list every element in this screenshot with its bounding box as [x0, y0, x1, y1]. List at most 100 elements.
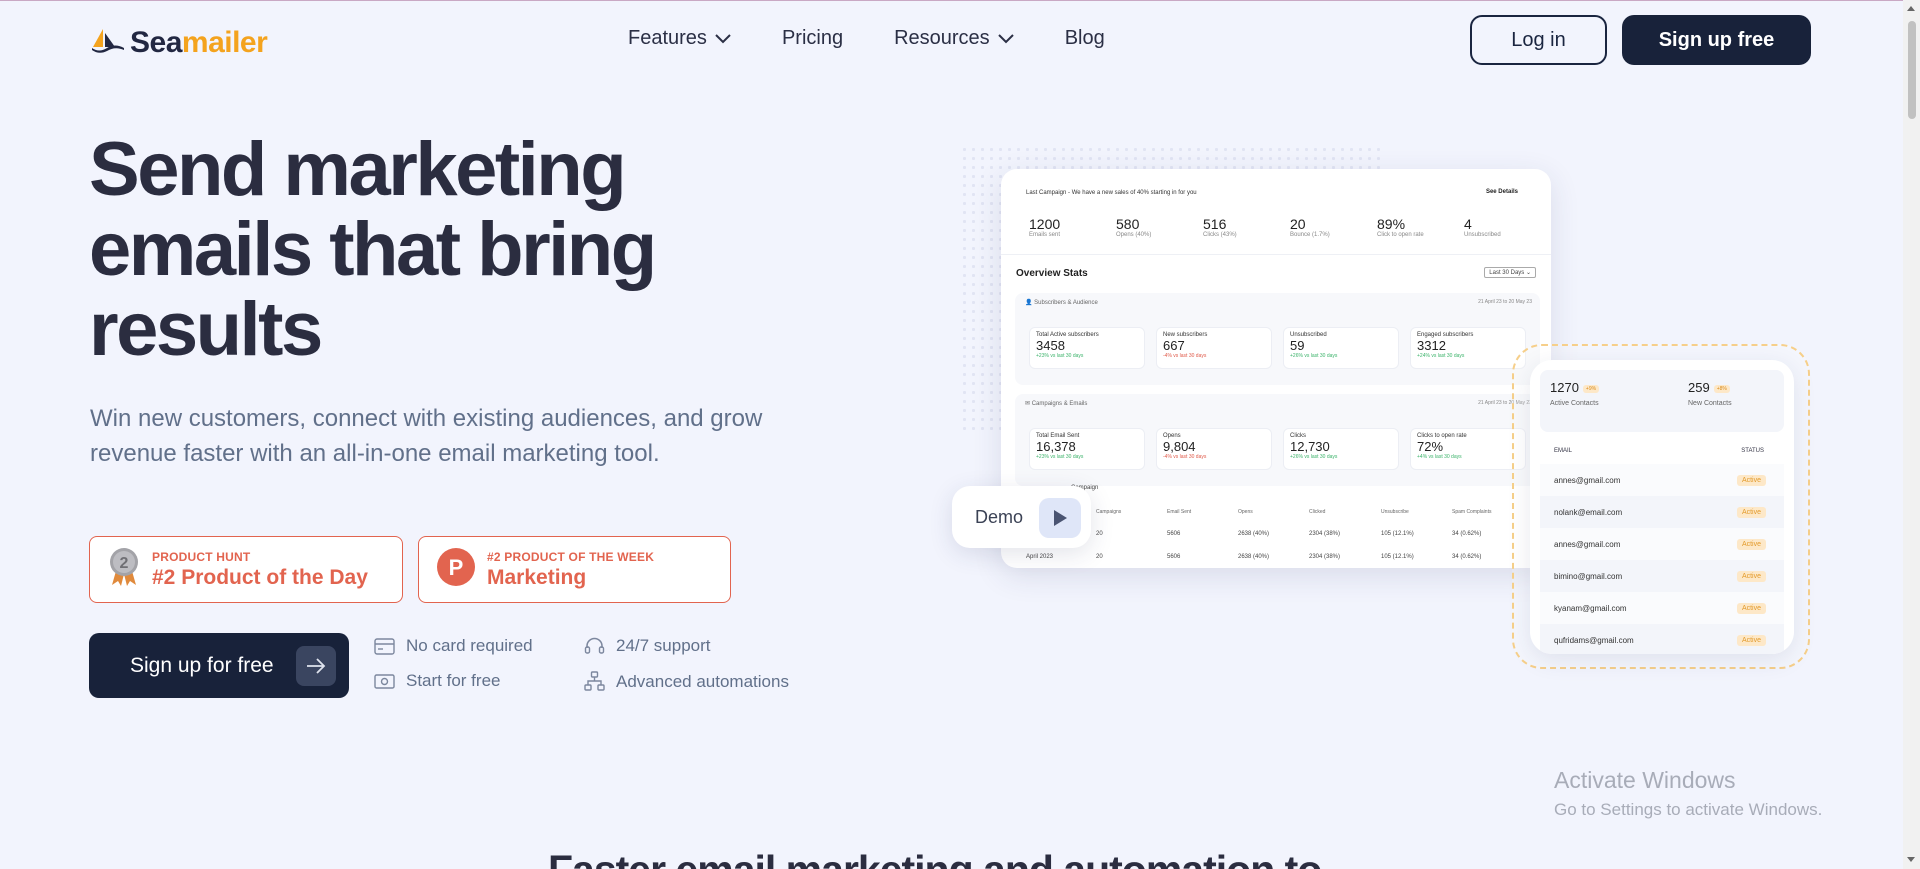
range-select-value: Last 30 Days	[1489, 270, 1525, 276]
nav-pricing[interactable]: Pricing	[782, 27, 843, 50]
stat-card: New subscribers 667 -4% vs last 30 days	[1156, 327, 1272, 369]
active-contacts-value: 1270 +9%	[1550, 380, 1600, 395]
brand-logo[interactable]: Seamailer	[91, 26, 268, 60]
scroll-down-arrow-icon[interactable]	[1907, 857, 1915, 862]
feature-no-card: No card required	[374, 636, 533, 656]
contact-email: qufridams@gmail.com	[1554, 635, 1634, 645]
product-hunt-week-badge[interactable]: P #2 PRODUCT OF THE WEEK Marketing	[418, 536, 731, 603]
kpi-value: 89%	[1377, 216, 1406, 232]
table-cell: 2304 (38%)	[1309, 531, 1341, 537]
status-badge: Active	[1736, 474, 1766, 486]
table-cell: 105 (12.1%)	[1381, 531, 1414, 537]
kpi-value: 1200	[1029, 216, 1061, 232]
contact-email: kyanam@gmail.com	[1554, 603, 1627, 613]
hero-title: Send marketing emails that bring results	[89, 127, 657, 372]
stat-card: Opens 9,804 -4% vs last 30 days	[1156, 428, 1272, 470]
stat-value: 72%	[1417, 439, 1444, 454]
table-header: Email Sent	[1167, 509, 1192, 515]
stat-delta: +26% vs last 30 days	[1290, 353, 1338, 359]
chevron-down-icon	[997, 33, 1014, 44]
contact-email: bimino@gmail.com	[1554, 571, 1623, 581]
login-button[interactable]: Log in	[1470, 15, 1607, 65]
status-badge: Active	[1736, 506, 1766, 518]
new-contacts-label: New Contacts	[1688, 400, 1732, 407]
stat-delta: -4% vs last 30 days	[1163, 353, 1207, 359]
kpi-emails-sent: 1200 Emails sent	[1029, 216, 1060, 238]
stat-card: Total Active subscribers 3458 +23% vs last…	[1029, 327, 1145, 369]
signup-free-button[interactable]: Sign up free	[1622, 15, 1811, 65]
kpi-value: 580	[1116, 216, 1140, 232]
table-cell: 20	[1096, 554, 1103, 560]
table-header: Opens	[1238, 509, 1253, 515]
table-header: Spam Complaints	[1452, 509, 1492, 515]
feature-start-free: Start for free	[374, 671, 500, 691]
nav-features-label: Features	[628, 27, 707, 49]
feature-automations: Advanced automations	[584, 671, 789, 692]
stat-delta: +23% vs last 30 days	[1036, 454, 1084, 460]
windows-watermark-title: Activate Windows	[1554, 767, 1736, 793]
contacts-summary: 1270 +9% Active Contacts 259 +8% New Conta…	[1540, 370, 1784, 432]
kpi-label: Bounce (1.7%)	[1290, 232, 1330, 238]
product-hunt-day-badge[interactable]: 2 PRODUCT HUNT #2 Product of the Day	[89, 536, 403, 603]
scroll-up-arrow-icon[interactable]	[1907, 6, 1915, 11]
see-details-link: See Details	[1485, 189, 1518, 195]
stat-delta: +23% vs last 30 days	[1036, 353, 1084, 359]
nav-features[interactable]: Features	[628, 27, 731, 50]
nav-blog[interactable]: Blog	[1065, 27, 1105, 50]
table-cell: 5606	[1167, 554, 1181, 560]
demo-button[interactable]: Demo	[952, 486, 1091, 548]
contact-row: annes@gmail.com Active	[1540, 464, 1784, 496]
table-header: Clicked	[1309, 509, 1326, 515]
table-header: Unsubscribe	[1381, 509, 1409, 515]
table-cell: 20	[1096, 531, 1103, 537]
contact-row: kyanam@gmail.com Active	[1540, 592, 1784, 624]
feature-support-label: 24/7 support	[616, 636, 711, 655]
mail-icon: ✉	[1025, 401, 1031, 407]
workflow-icon	[584, 671, 605, 692]
feature-start-free-label: Start for free	[406, 671, 501, 690]
main-nav: Features Pricing Resources Blog	[628, 27, 1105, 50]
campaigns-section-title: ✉ Campaigns & Emails	[1025, 400, 1087, 407]
stat-value: 667	[1163, 338, 1185, 353]
status-badge: Active	[1736, 634, 1766, 646]
subscribers-section-title: 👤 Subscribers & Audience	[1025, 299, 1098, 306]
range-select[interactable]: Last 30 Days ⌄	[1484, 267, 1536, 278]
scroll-thumb[interactable]	[1908, 21, 1916, 119]
active-contacts-badge: +9%	[1582, 384, 1600, 393]
table-header: Campaigns	[1096, 509, 1122, 515]
email-column-header: EMAIL	[1554, 448, 1573, 454]
chevron-down-icon	[715, 33, 731, 44]
arrow-right-icon	[296, 646, 336, 686]
sailboat-icon	[91, 28, 125, 59]
status-badge: Active	[1736, 570, 1766, 582]
user-icon: 👤	[1025, 300, 1033, 306]
stat-card: Clicks 12,730 +26% vs last 30 days	[1283, 428, 1399, 470]
stat-value: 3458	[1036, 338, 1065, 353]
kpi-value: 4	[1464, 216, 1472, 232]
stat-delta: +24% vs last 30 days	[1417, 353, 1465, 359]
table-cell: April 2023	[1026, 554, 1054, 560]
page-scrollbar[interactable]	[1903, 0, 1920, 869]
badge-2-text: #2 PRODUCT OF THE WEEK Marketing	[487, 550, 654, 590]
active-contacts-number: 1270	[1550, 380, 1579, 395]
product-hunt-logo-icon: P	[437, 548, 475, 591]
stat-delta: +4% vs last 30 days	[1417, 454, 1462, 460]
kpi-value: 516	[1203, 216, 1227, 232]
medal-number: 2	[120, 555, 129, 572]
feature-no-card-label: No card required	[406, 636, 533, 655]
stat-value: 9,804	[1163, 439, 1196, 454]
product-hunt-logo-letter: P	[449, 555, 464, 580]
kpi-bounce: 20 Bounce (1.7%)	[1290, 216, 1330, 238]
top-border	[0, 0, 1920, 1]
signup-for-free-button[interactable]: Sign up for free	[89, 633, 349, 698]
nav-resources[interactable]: Resources	[894, 27, 1014, 50]
badge-1-eyebrow: PRODUCT HUNT	[152, 549, 251, 564]
status-badge: Active	[1736, 538, 1766, 550]
overview-title: Overview Stats	[1016, 268, 1088, 279]
headset-icon	[584, 636, 605, 656]
next-section-heading: Faster email marketing and automation to	[548, 847, 1368, 869]
contact-email: nolank@email.com	[1554, 507, 1623, 517]
kpi-label: Click to open rate	[1377, 232, 1424, 238]
feature-support: 24/7 support	[584, 636, 711, 656]
kpi-click-to-open: 89% Click to open rate	[1377, 216, 1424, 238]
